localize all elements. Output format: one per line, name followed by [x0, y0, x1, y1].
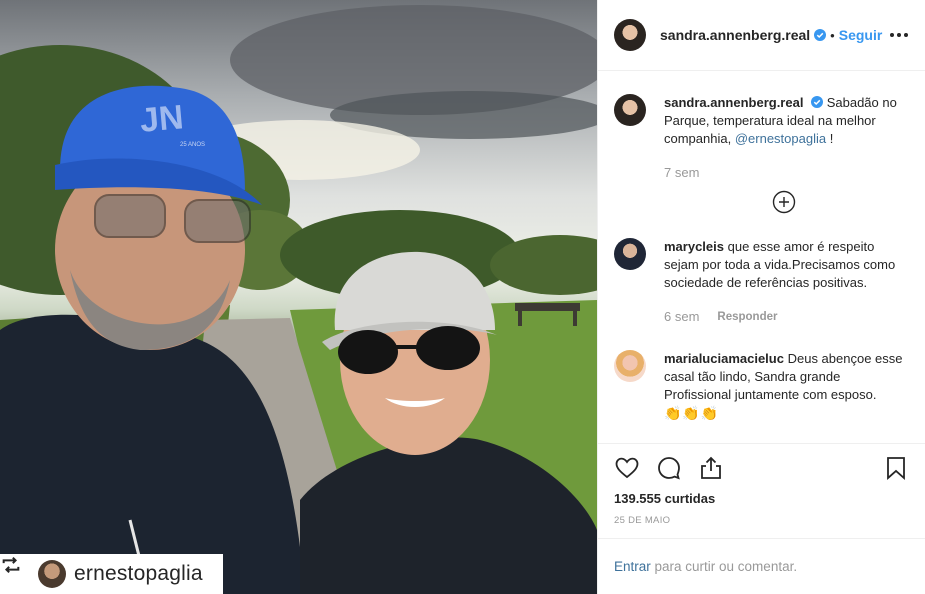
comment-icon[interactable]: [656, 455, 682, 481]
regram-username[interactable]: ernestopaglia: [74, 562, 203, 586]
verified-badge-icon: [811, 95, 824, 108]
comment-item: marycleis que esse amor é respeito sejam…: [614, 214, 909, 326]
post-header: sandra.annenberg.real • Seguir: [598, 0, 925, 71]
header-separator: •: [830, 27, 835, 43]
login-link[interactable]: Entrar: [614, 559, 651, 574]
login-prompt-text: para curtir ou comentar.: [650, 559, 798, 574]
bookmark-icon[interactable]: [883, 455, 909, 481]
avatar[interactable]: [614, 350, 646, 382]
post-side-panel: sandra.annenberg.real • Seguir sandra.an…: [597, 0, 925, 594]
comment-username[interactable]: marycleis: [664, 239, 724, 254]
comment-time[interactable]: 6 sem: [664, 308, 699, 326]
photo-illustration: [0, 5, 597, 594]
verified-badge-icon: [814, 29, 827, 41]
post-actions: 139.555 curtidas 25 DE MAIO: [598, 443, 925, 538]
post-caption: sandra.annenberg.real Sabadão no Parque,…: [614, 71, 909, 182]
cap-subtext: 25 ANOS: [180, 142, 206, 148]
more-options-icon[interactable]: [889, 33, 909, 37]
avatar[interactable]: [614, 238, 646, 270]
header-username[interactable]: sandra.annenberg.real: [660, 27, 810, 43]
plus-circle-icon[interactable]: [772, 190, 796, 214]
avatar[interactable]: [614, 94, 646, 126]
post-date[interactable]: 25 DE MAIO: [614, 515, 909, 526]
regram-avatar: [38, 560, 66, 588]
clapping-emoji: 👏👏👏: [664, 405, 720, 421]
load-more-comments[interactable]: [664, 190, 904, 214]
regram-icon: [2, 556, 30, 586]
follow-button[interactable]: Seguir: [839, 27, 883, 43]
comment-item: marialuciamacieluc Deus abençoe esse cas…: [614, 326, 909, 422]
caption-suffix: !: [826, 131, 834, 146]
post-photo[interactable]: JN 25 ANOS ernestopaglia: [0, 0, 597, 594]
caption-username[interactable]: sandra.annenberg.real: [664, 95, 803, 110]
instagram-post: JN 25 ANOS ernestopaglia sandra.annenber…: [0, 0, 925, 594]
reply-button[interactable]: Responder: [717, 308, 777, 326]
heart-icon[interactable]: [614, 455, 640, 481]
share-icon[interactable]: [698, 455, 724, 481]
comments-list[interactable]: sandra.annenberg.real Sabadão no Parque,…: [598, 71, 925, 443]
regram-tag[interactable]: ernestopaglia: [0, 554, 223, 594]
caption-mention[interactable]: @ernestopaglia: [735, 131, 826, 146]
avatar[interactable]: [614, 19, 646, 51]
add-comment-bar: Entrar para curtir ou comentar.: [598, 538, 925, 594]
comment-username[interactable]: marialuciamacieluc: [664, 351, 784, 366]
cap-logo-text: JN: [138, 98, 185, 140]
likes-count[interactable]: 139.555 curtidas: [614, 491, 909, 506]
caption-time[interactable]: 7 sem: [664, 164, 699, 182]
